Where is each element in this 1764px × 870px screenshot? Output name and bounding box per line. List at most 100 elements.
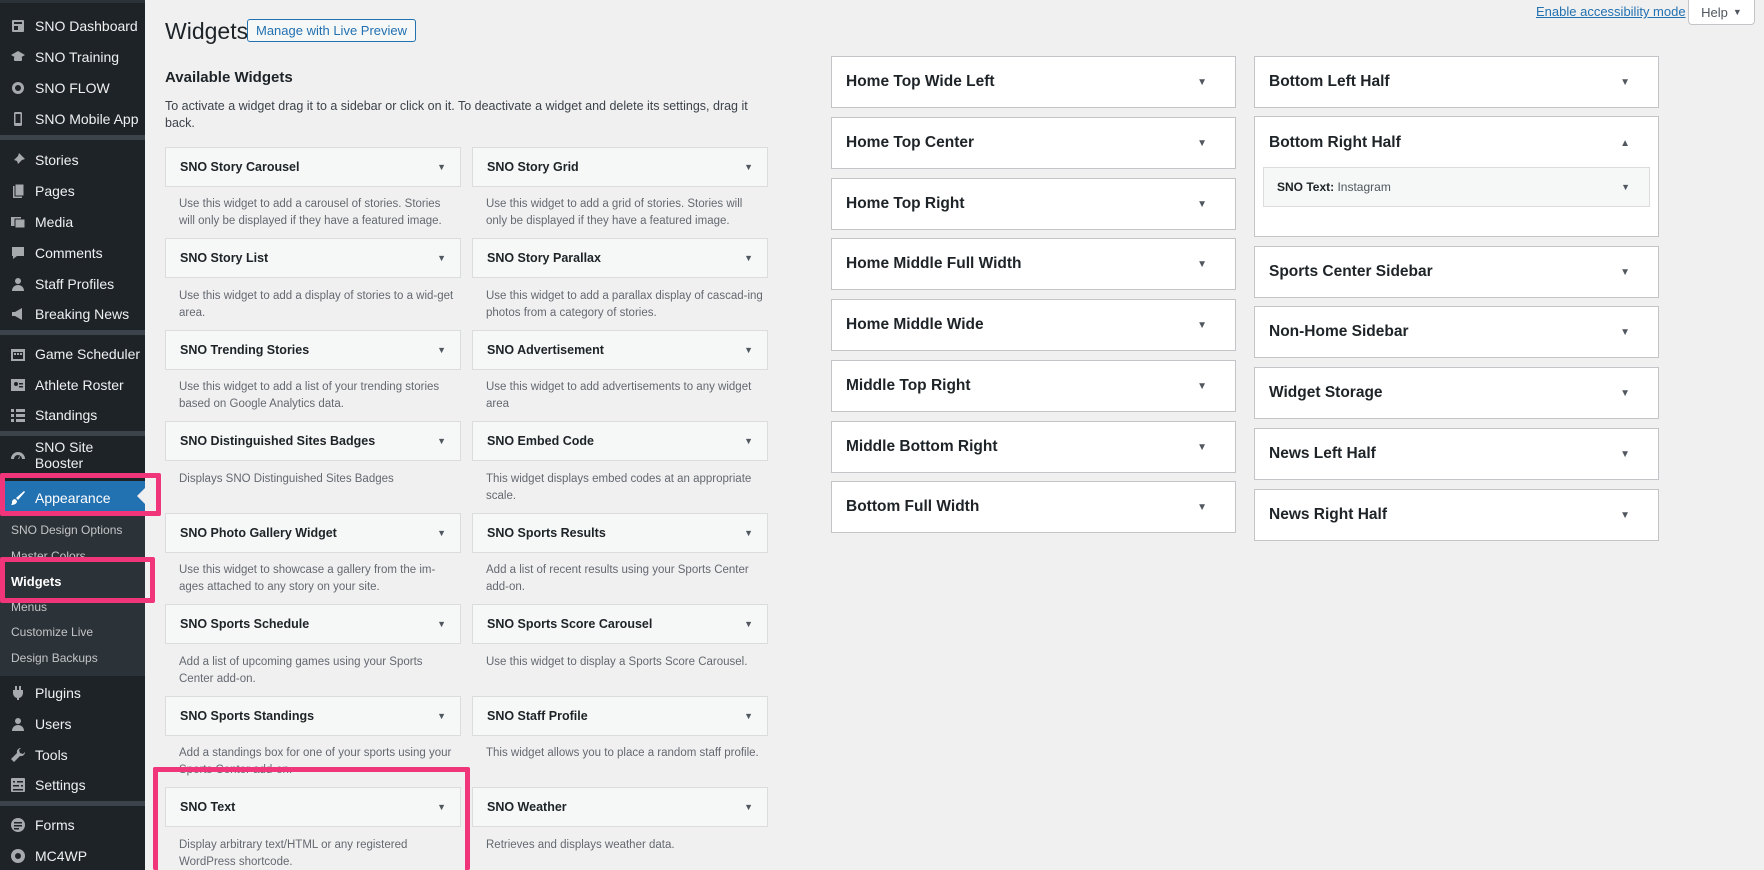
widget-sno-trending-stories[interactable]: SNO Trending Stories ▼	[165, 330, 461, 370]
submenu-sno-design-options[interactable]: SNO Design Options	[11, 523, 122, 537]
sidebar-area-title: Home Middle Wide	[846, 316, 984, 333]
menu-users[interactable]: Users	[0, 709, 145, 739]
calendar-icon	[8, 344, 28, 364]
menu-staff-profiles[interactable]: Staff Profiles	[0, 269, 145, 299]
widget-title: SNO Sports Results	[487, 526, 606, 540]
sidebar-area-home-top-center[interactable]: Home Top Center ▼	[831, 117, 1236, 169]
menu-separator	[0, 801, 145, 806]
enable-accessibility-link[interactable]: Enable accessibility mode	[1536, 4, 1686, 19]
wrench-icon	[8, 745, 28, 765]
caret-down-icon: ▼	[437, 436, 446, 446]
widget-sno-sports-schedule[interactable]: SNO Sports Schedule ▼	[165, 604, 461, 644]
caret-down-icon: ▼	[744, 345, 753, 355]
menu-stories[interactable]: Stories	[0, 145, 145, 175]
widget-sno-sports-score-carousel[interactable]: SNO Sports Score Carousel ▼	[472, 604, 768, 644]
placed-widget-subtitle: Instagram	[1337, 180, 1391, 194]
menu-appearance[interactable]: Appearance	[0, 481, 145, 514]
widget-sno-staff-profile[interactable]: SNO Staff Profile ▼	[472, 696, 768, 736]
placed-widget-sno-text-instagram[interactable]: SNO Text: Instagram ▼	[1263, 167, 1650, 207]
sidebar-area-bottom-left-half[interactable]: Bottom Left Half ▼	[1254, 56, 1659, 108]
help-button[interactable]: Help ▼	[1688, 0, 1755, 25]
menu-sno-flow[interactable]: SNO FLOW	[0, 73, 145, 103]
sidebar-area-middle-bottom-right[interactable]: Middle Bottom Right ▼	[831, 421, 1236, 473]
menu-forms[interactable]: Forms	[0, 810, 145, 840]
widget-sno-advertisement[interactable]: SNO Advertisement ▼	[472, 330, 768, 370]
submenu-menus[interactable]: Menus	[11, 600, 47, 614]
plugin-icon	[8, 683, 28, 703]
sidebar-area-home-middle-full-width[interactable]: Home Middle Full Width ▼	[831, 238, 1236, 290]
widget-sno-story-parallax[interactable]: SNO Story Parallax ▼	[472, 238, 768, 278]
submenu-customize-live[interactable]: Customize Live	[11, 625, 93, 639]
menu-comments[interactable]: Comments	[0, 238, 145, 268]
sidebar-area-bottom-full-width[interactable]: Bottom Full Width ▼	[831, 481, 1236, 533]
pages-icon	[8, 181, 28, 201]
caret-down-icon: ▼	[1620, 76, 1630, 88]
caret-down-icon: ▼	[437, 528, 446, 538]
sidebar-area-title: Bottom Right Half	[1269, 134, 1401, 151]
menu-settings[interactable]: Settings	[0, 770, 145, 800]
menu-athlete-roster[interactable]: Athlete Roster	[0, 370, 145, 400]
widget-sno-sports-results[interactable]: SNO Sports Results ▼	[472, 513, 768, 553]
menu-sno-mobile-app[interactable]: SNO Mobile App	[0, 104, 145, 134]
menu-media[interactable]: Media	[0, 207, 145, 237]
menu-label: Settings	[35, 777, 86, 793]
sidebar-area-news-left-half[interactable]: News Left Half ▼	[1254, 428, 1659, 480]
sidebar-area-widget-storage[interactable]: Widget Storage ▼	[1254, 367, 1659, 419]
placed-widget-title: SNO Text: Instagram	[1277, 180, 1391, 194]
sidebar-area-header[interactable]: Bottom Right Half ▲	[1255, 117, 1658, 169]
appearance-submenu: SNO Design Options Master Colors Widgets…	[0, 515, 145, 676]
menu-label: Users	[35, 716, 72, 732]
manage-live-preview-button[interactable]: Manage with Live Preview	[247, 19, 417, 42]
caret-down-icon: ▼	[1197, 501, 1207, 513]
dashboard-icon	[8, 16, 28, 36]
sidebar-area-home-top-wide-left[interactable]: Home Top Wide Left ▼	[831, 56, 1236, 108]
menu-separator	[0, 330, 145, 335]
sidebar-area-middle-top-right[interactable]: Middle Top Right ▼	[831, 360, 1236, 412]
training-icon	[8, 47, 28, 67]
menu-sno-site-booster[interactable]: SNO Site Booster	[0, 439, 145, 471]
menu-sno-training[interactable]: SNO Training	[0, 42, 145, 72]
caret-down-icon: ▼	[437, 162, 446, 172]
menu-label: Stories	[35, 152, 79, 168]
widget-sno-story-carousel[interactable]: SNO Story Carousel ▼	[165, 147, 461, 187]
widget-sno-weather[interactable]: SNO Weather ▼	[472, 787, 768, 827]
sidebar-area-news-right-half[interactable]: News Right Half ▼	[1254, 489, 1659, 541]
widget-sno-story-grid[interactable]: SNO Story Grid ▼	[472, 147, 768, 187]
menu-mc4wp[interactable]: MC4WP	[0, 841, 145, 870]
submenu-master-colors[interactable]: Master Colors	[11, 549, 86, 563]
widget-sno-sports-standings[interactable]: SNO Sports Standings ▼	[165, 696, 461, 736]
menu-sno-dashboard[interactable]: SNO Dashboard	[0, 11, 145, 41]
widget-sno-photo-gallery[interactable]: SNO Photo Gallery Widget ▼	[165, 513, 461, 553]
widget-sno-story-list[interactable]: SNO Story List ▼	[165, 238, 461, 278]
menu-standings[interactable]: Standings	[0, 400, 145, 430]
menu-label: Pages	[35, 183, 75, 199]
menu-label: SNO Mobile App	[35, 111, 139, 127]
caret-down-icon: ▼	[744, 436, 753, 446]
sidebar-area-non-home-sidebar[interactable]: Non-Home Sidebar ▼	[1254, 306, 1659, 358]
sidebar-area-home-middle-wide[interactable]: Home Middle Wide ▼	[831, 299, 1236, 351]
sidebar-area-sports-center-sidebar[interactable]: Sports Center Sidebar ▼	[1254, 246, 1659, 298]
caret-down-icon: ▼	[1197, 76, 1207, 88]
widget-sno-embed-code[interactable]: SNO Embed Code ▼	[472, 421, 768, 461]
caret-down-icon: ▼	[1197, 198, 1207, 210]
caret-down-icon: ▼	[1197, 380, 1207, 392]
menu-label: Athlete Roster	[35, 377, 124, 393]
menu-breaking-news[interactable]: Breaking News	[0, 299, 145, 329]
menu-plugins[interactable]: Plugins	[0, 678, 145, 708]
menu-label: Game Scheduler	[35, 346, 141, 362]
menu-tools[interactable]: Tools	[0, 740, 145, 770]
caret-down-icon: ▼	[1197, 441, 1207, 453]
submenu-design-backups[interactable]: Design Backups	[11, 651, 98, 665]
menu-game-scheduler[interactable]: Game Scheduler	[0, 339, 145, 369]
widget-sno-distinguished-sites-badges[interactable]: SNO Distinguished Sites Badges ▼	[165, 421, 461, 461]
sidebar-area-title: Sports Center Sidebar	[1269, 263, 1433, 280]
caret-down-icon: ▼	[744, 253, 753, 263]
widget-sno-text[interactable]: SNO Text ▼	[165, 787, 461, 827]
menu-separator	[0, 135, 145, 140]
forms-icon	[8, 815, 28, 835]
sidebar-area-home-top-right[interactable]: Home Top Right ▼	[831, 178, 1236, 230]
submenu-widgets[interactable]: Widgets	[11, 574, 61, 589]
menu-pages[interactable]: Pages	[0, 176, 145, 206]
caret-down-icon: ▼	[1620, 448, 1630, 460]
sidebar-area-title: Home Top Center	[846, 134, 975, 151]
